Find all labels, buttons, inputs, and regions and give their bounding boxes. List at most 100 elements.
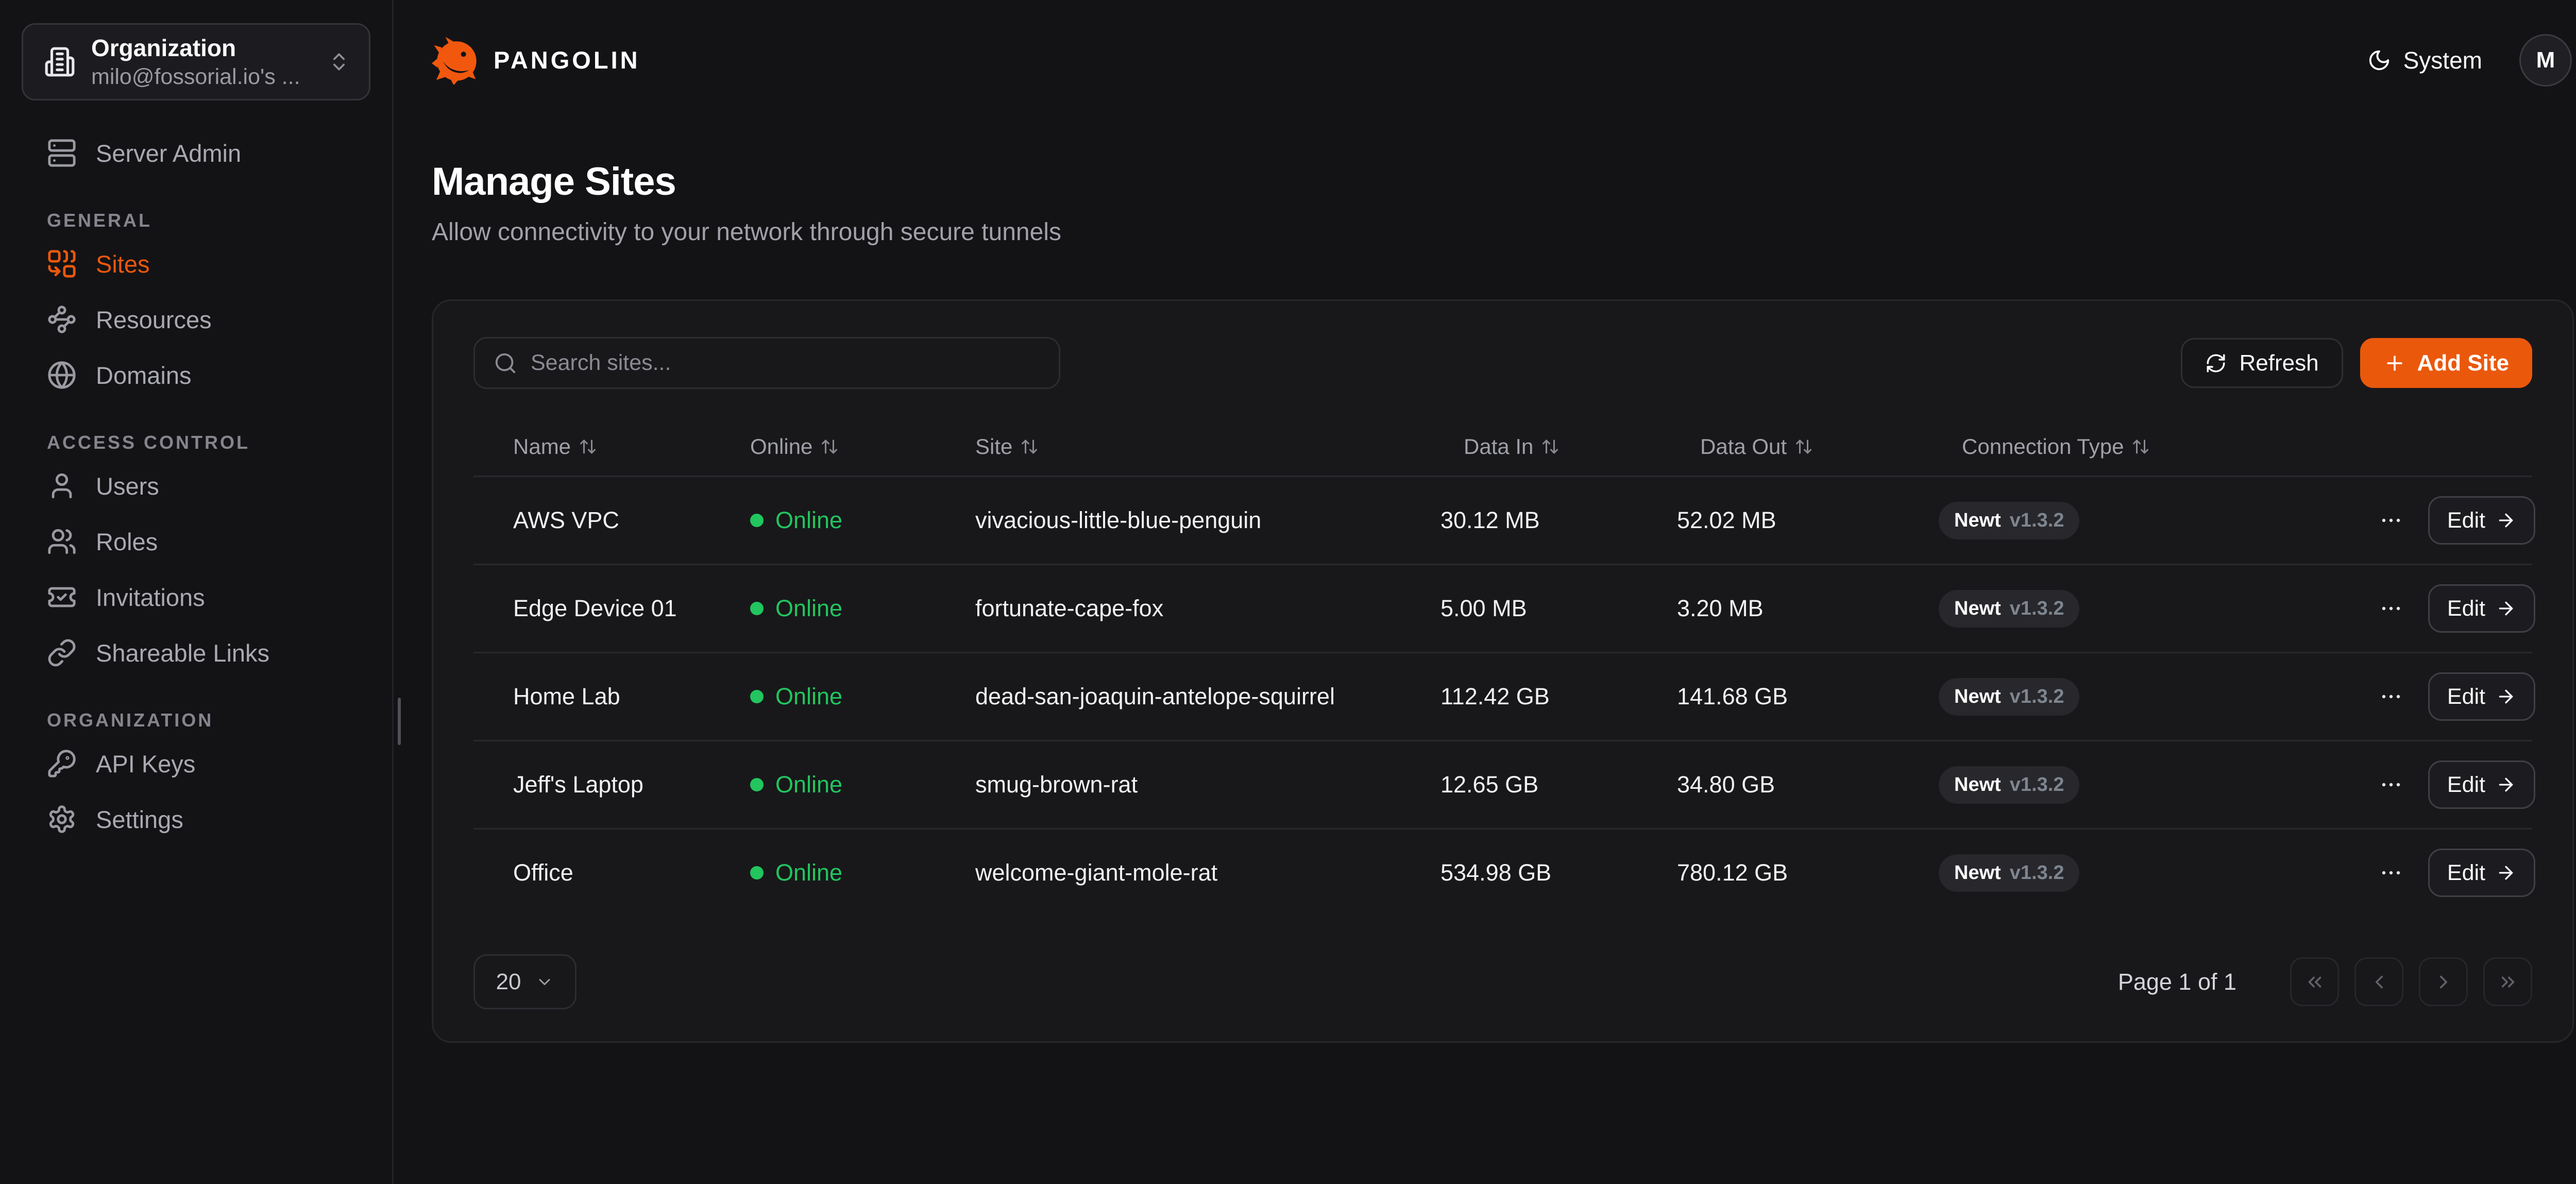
sidebar: Organization milo@fossorial.io's ... Ser… xyxy=(0,0,394,1184)
edit-button[interactable]: Edit xyxy=(2428,672,2535,721)
sort-icon xyxy=(820,437,839,456)
org-selector-value: milo@fossorial.io's ... xyxy=(91,63,328,91)
section-label-organization: ORGANIZATION xyxy=(0,707,392,733)
next-page-button[interactable] xyxy=(2419,957,2468,1006)
sidebar-item-label: Invitations xyxy=(96,583,205,612)
column-header-connection-type[interactable]: Connection Type xyxy=(1939,434,2358,459)
table-row: Jeff's Laptop Online smug-brown-rat 12.6… xyxy=(473,740,2532,828)
chevron-down-icon xyxy=(535,973,554,991)
online-dot-icon xyxy=(750,778,764,791)
column-header-online[interactable]: Online xyxy=(750,434,975,459)
column-header-site[interactable]: Site xyxy=(975,434,1440,459)
chevrons-left-icon xyxy=(2304,971,2326,993)
online-dot-icon xyxy=(750,866,764,879)
cell-data-out: 3.20 MB xyxy=(1677,595,1939,622)
column-header-data-out[interactable]: Data Out xyxy=(1677,434,1939,459)
arrow-right-icon xyxy=(2496,774,2516,795)
sites-card: Refresh Add Site Name Online xyxy=(432,299,2574,1043)
sidebar-item-label: Shareable Links xyxy=(96,639,269,667)
sidebar-item-api-keys[interactable]: API Keys xyxy=(0,736,392,791)
search-icon xyxy=(494,351,517,375)
edit-button[interactable]: Edit xyxy=(2428,849,2535,897)
sites-table: Name Online Site Data In Data Out xyxy=(473,417,2532,916)
sidebar-item-settings[interactable]: Settings xyxy=(0,791,392,847)
sidebar-item-invitations[interactable]: Invitations xyxy=(0,569,392,625)
sidebar-item-roles[interactable]: Roles xyxy=(0,514,392,569)
sidebar-item-label: Server Admin xyxy=(96,139,241,167)
cell-data-in: 12.65 GB xyxy=(1440,771,1677,798)
sidebar-item-resources[interactable]: Resources xyxy=(0,292,392,347)
avatar[interactable]: M xyxy=(2519,34,2572,87)
waypoints-icon xyxy=(47,305,77,334)
connection-type-badge: Newtv1.3.2 xyxy=(1939,502,2079,539)
table-row: Home Lab Online dead-san-joaquin-antelop… xyxy=(473,652,2532,740)
theme-toggle[interactable]: System xyxy=(2367,46,2482,74)
pagination-bar: 20 Page 1 of 1 xyxy=(473,954,2532,1009)
add-site-label: Add Site xyxy=(2417,350,2509,376)
cell-name: Edge Device 01 xyxy=(473,595,750,622)
arrow-right-icon xyxy=(2496,598,2516,619)
cell-site: dead-san-joaquin-antelope-squirrel xyxy=(975,683,1440,710)
arrow-right-icon xyxy=(2496,510,2516,531)
row-more-menu-button[interactable] xyxy=(2379,596,2403,621)
page-size-select[interactable]: 20 xyxy=(473,954,577,1009)
cell-name: Jeff's Laptop xyxy=(473,771,750,798)
cell-site: vivacious-little-blue-penguin xyxy=(975,507,1440,534)
brand-name: PANGOLIN xyxy=(494,46,640,74)
theme-label: System xyxy=(2403,46,2482,74)
status-badge: Online xyxy=(750,595,842,622)
table-header-row: Name Online Site Data In Data Out xyxy=(473,417,2532,476)
sidebar-item-users[interactable]: Users xyxy=(0,458,392,514)
sidebar-item-shareable-links[interactable]: Shareable Links xyxy=(0,625,392,681)
cell-site: smug-brown-rat xyxy=(975,771,1440,798)
sidebar-item-sites[interactable]: Sites xyxy=(0,236,392,292)
cell-site: welcome-giant-mole-rat xyxy=(975,859,1440,886)
search-input[interactable] xyxy=(531,350,1043,376)
connection-type-badge: Newtv1.3.2 xyxy=(1939,766,2079,804)
sites-toolbar: Refresh Add Site xyxy=(473,337,2532,389)
page-head: Manage Sites Allow connectivity to your … xyxy=(394,159,2576,248)
edit-button[interactable]: Edit xyxy=(2428,496,2535,545)
edit-button[interactable]: Edit xyxy=(2428,584,2535,633)
chevrons-up-down-icon xyxy=(328,50,350,73)
last-page-button[interactable] xyxy=(2483,957,2532,1006)
connection-type-badge: Newtv1.3.2 xyxy=(1939,854,2079,892)
column-header-data-in[interactable]: Data In xyxy=(1440,434,1677,459)
status-badge: Online xyxy=(750,507,842,534)
link-icon xyxy=(47,638,77,668)
org-selector-label: Organization xyxy=(91,33,328,63)
pangolin-logo-icon xyxy=(432,36,480,84)
add-site-button[interactable]: Add Site xyxy=(2360,338,2532,388)
sites-combine-icon xyxy=(47,249,77,279)
sidebar-item-label: Roles xyxy=(96,528,158,556)
cell-data-out: 780.12 GB xyxy=(1677,859,1939,886)
main-content: PANGOLIN System M Manage Sites Allow con… xyxy=(394,0,2576,1184)
cell-data-out: 34.80 GB xyxy=(1677,771,1939,798)
globe-icon xyxy=(47,360,77,390)
chevron-left-icon xyxy=(2368,971,2390,993)
sidebar-item-server-admin[interactable]: Server Admin xyxy=(0,125,392,181)
cell-data-in: 5.00 MB xyxy=(1440,595,1677,622)
row-more-menu-button[interactable] xyxy=(2379,772,2403,797)
page-subtitle: Allow connectivity to your network throu… xyxy=(432,217,2576,248)
row-more-menu-button[interactable] xyxy=(2379,508,2403,533)
arrow-right-icon xyxy=(2496,686,2516,707)
org-selector[interactable]: Organization milo@fossorial.io's ... xyxy=(22,23,370,100)
cell-name: Home Lab xyxy=(473,683,750,710)
sort-icon xyxy=(1794,437,1813,456)
edit-button[interactable]: Edit xyxy=(2428,760,2535,809)
page-status: Page 1 of 1 xyxy=(2118,969,2236,995)
table-row: Edge Device 01 Online fortunate-cape-fox… xyxy=(473,564,2532,652)
row-more-menu-button[interactable] xyxy=(2379,684,2403,709)
online-dot-icon xyxy=(750,690,764,703)
sidebar-item-label: Resources xyxy=(96,306,212,334)
refresh-button[interactable]: Refresh xyxy=(2181,338,2343,388)
plus-icon xyxy=(2383,352,2406,375)
column-header-name[interactable]: Name xyxy=(473,434,750,459)
row-more-menu-button[interactable] xyxy=(2379,860,2403,885)
chevron-right-icon xyxy=(2433,971,2454,993)
sort-icon xyxy=(1541,437,1560,456)
prev-page-button[interactable] xyxy=(2354,957,2403,1006)
first-page-button[interactable] xyxy=(2290,957,2339,1006)
sidebar-item-domains[interactable]: Domains xyxy=(0,347,392,403)
